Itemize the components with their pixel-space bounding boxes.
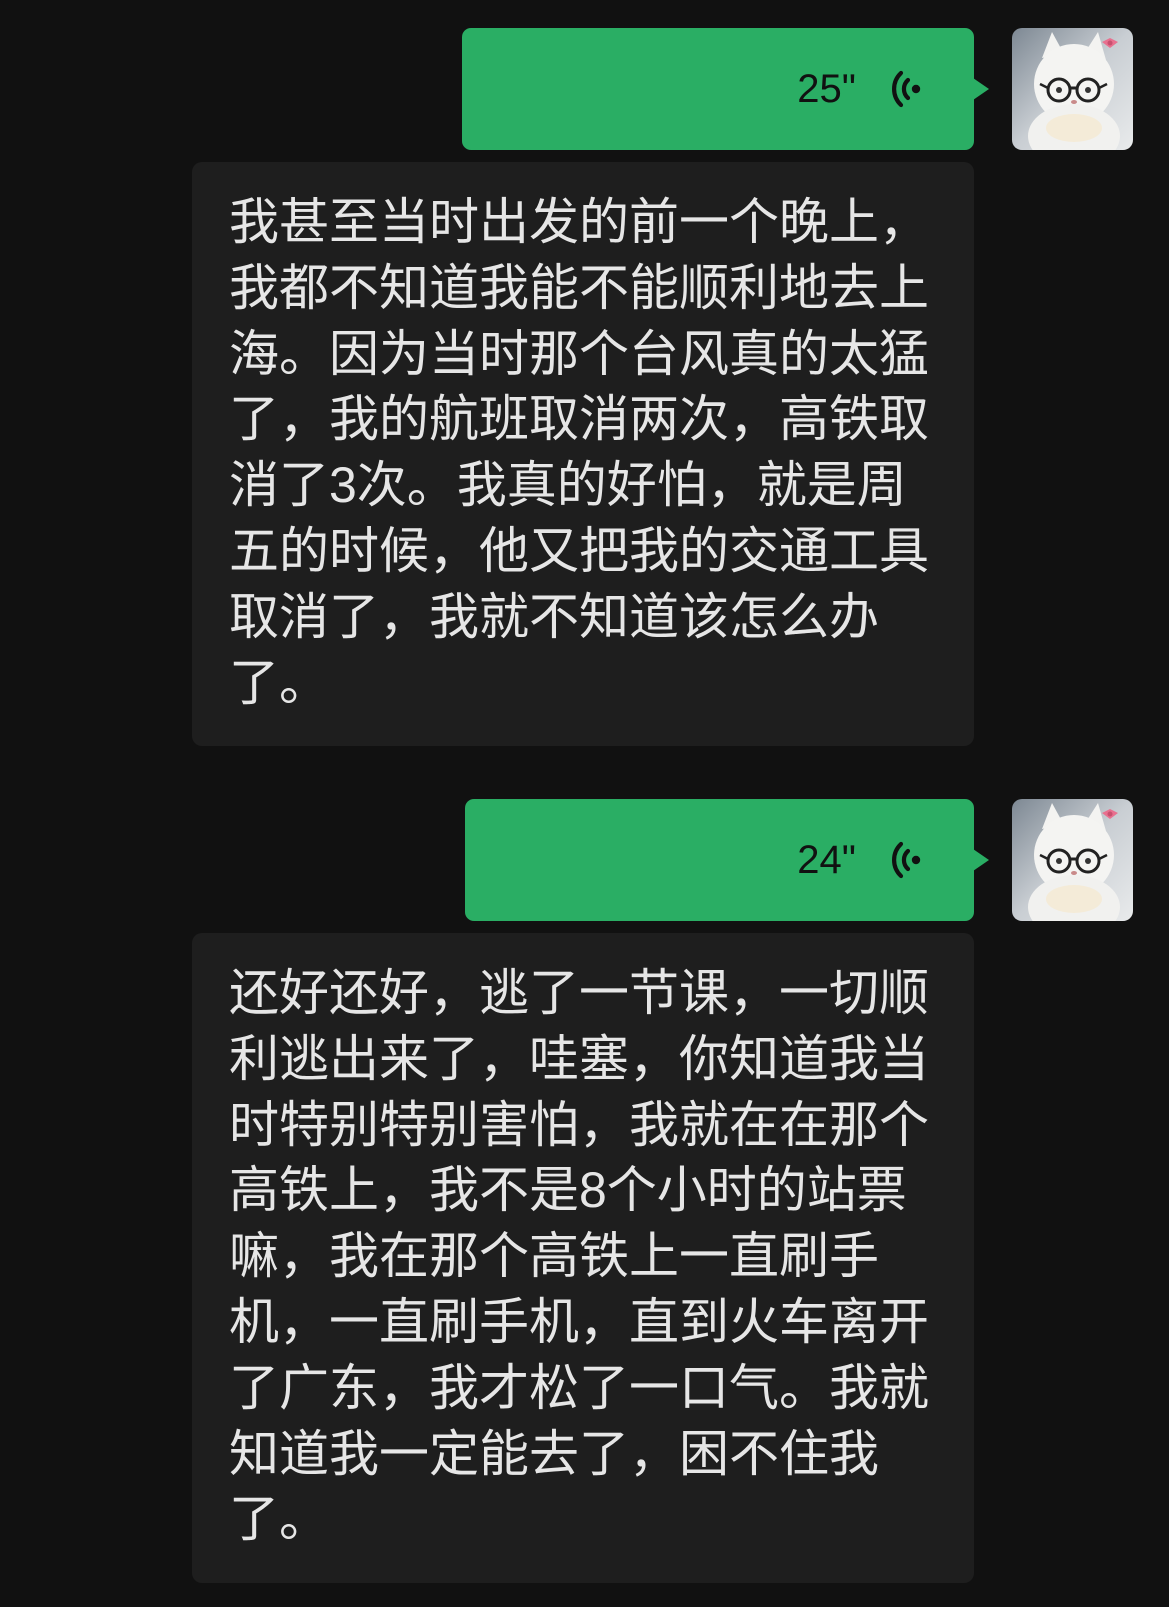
avatar-image bbox=[1012, 799, 1133, 921]
transcription-line: 了。 bbox=[229, 654, 329, 711]
voice-message-bubble[interactable]: 24" bbox=[465, 799, 989, 921]
voice-transcription-bubble[interactable]: 我甚至当时出发的前一个晚上， 我都不知道我能不能顺利地去上 海。因为当时那个台风… bbox=[192, 162, 974, 747]
voice-playback-icon bbox=[892, 70, 921, 108]
bubble-tail bbox=[973, 849, 989, 871]
avatar-image bbox=[1012, 28, 1133, 150]
avatar[interactable] bbox=[1012, 28, 1133, 150]
voice-transcription-bubble[interactable]: 还好还好，逃了一节课，一切顺 利逃出来了，哇塞，你知道我当 时特别特别害怕，我就… bbox=[192, 933, 974, 1584]
voice-duration: 24" bbox=[797, 838, 856, 882]
voice-duration: 25" bbox=[797, 67, 856, 111]
transcription-line: 了广东，我才松了一口气。我就 bbox=[229, 1359, 929, 1416]
transcription-line: 海。因为当时那个台风真的太猛 bbox=[229, 325, 929, 382]
transcription-line: 机，一直刷手机，直到火车离开 bbox=[229, 1293, 929, 1350]
transcription-line: 我甚至当时出发的前一个晚上， bbox=[229, 194, 929, 250]
transcription-line: 五的时候，他又把我的交通工具 bbox=[229, 522, 929, 579]
bubble-tail bbox=[973, 78, 989, 100]
transcription-line: 我都不知道我能不能顺利地去上 bbox=[229, 259, 929, 316]
avatar[interactable] bbox=[1012, 799, 1133, 921]
transcription-line: 还好还好，逃了一节课，一切顺 bbox=[229, 965, 929, 1021]
transcription-line: 取消了，我就不知道该怎么办 bbox=[229, 588, 879, 645]
transcription-line: 利逃出来了，哇塞，你知道我当 bbox=[229, 1030, 929, 1087]
transcription-line: 消了3次。我真的好怕，就是周 bbox=[229, 457, 907, 514]
transcription-line: 嘛，我在那个高铁上一直刷手 bbox=[229, 1228, 879, 1285]
transcription-line: 知道我一定能去了，困不住我 bbox=[229, 1425, 879, 1482]
transcription-line: 时特别特别害怕，我就在在那个 bbox=[229, 1096, 929, 1153]
transcription-line: 了，我的航班取消两次，高铁取 bbox=[229, 391, 929, 448]
transcription-line: 了。 bbox=[229, 1491, 329, 1548]
transcription-line: 高铁上，我不是8个小时的站票 bbox=[229, 1162, 907, 1219]
voice-message-bubble[interactable]: 25" bbox=[462, 28, 989, 150]
voice-playback-icon bbox=[892, 841, 921, 879]
